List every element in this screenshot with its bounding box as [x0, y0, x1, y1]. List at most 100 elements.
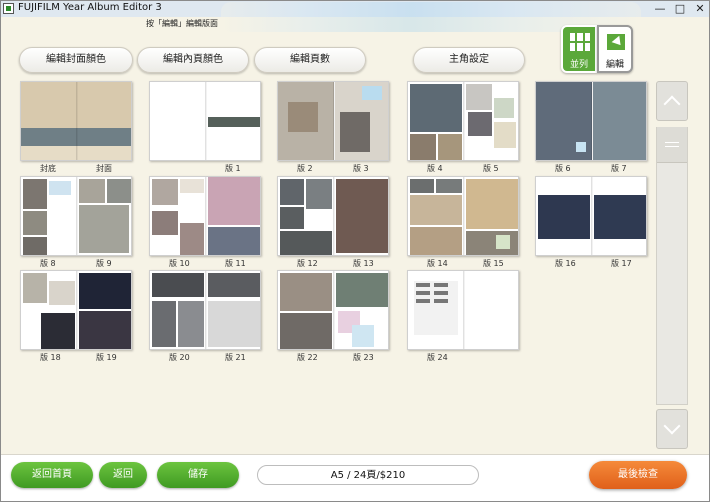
photo-placeholder	[208, 177, 260, 225]
spread-fold	[205, 82, 207, 160]
spread-thumbnail[interactable]	[20, 81, 132, 161]
photo-placeholder	[49, 281, 75, 305]
photo-placeholder	[180, 223, 204, 255]
page-label: 版 1	[225, 164, 241, 173]
page-label: 版 2	[297, 164, 313, 173]
chevron-up-icon	[663, 95, 681, 113]
edit-inner-color-button[interactable]: 編輯內頁顏色	[137, 47, 249, 73]
spread-fold	[463, 177, 465, 255]
page-label: 版 7	[611, 164, 627, 173]
grid-view-icon	[570, 33, 590, 51]
page-label: 版 23	[353, 353, 374, 362]
spread-thumbnail[interactable]	[20, 270, 132, 350]
photo-placeholder	[23, 273, 47, 303]
final-check-button[interactable]: 最後檢查	[589, 461, 687, 489]
window-title: FUJIFILM Year Album Editor 3	[18, 2, 162, 13]
page-label: 版 9	[96, 259, 112, 268]
spread-thumbnail[interactable]	[20, 176, 132, 256]
spread-thumbnail[interactable]	[149, 176, 261, 256]
photo-placeholder	[434, 283, 448, 287]
photo-placeholder	[208, 301, 260, 347]
spread-fold	[76, 82, 78, 160]
page-label: 版 21	[225, 353, 246, 362]
photo-placeholder	[494, 98, 514, 118]
page-label: 版 13	[353, 259, 374, 268]
maximize-button[interactable]: □	[671, 1, 689, 17]
character-settings-button[interactable]: 主角設定	[413, 47, 525, 73]
page-label: 版 24	[427, 353, 448, 362]
view-toggle: 並列 編輯	[561, 25, 633, 73]
spread-fold	[463, 271, 465, 349]
spread-thumbnail[interactable]	[407, 176, 519, 256]
spread-thumbnail[interactable]	[535, 81, 647, 161]
photo-placeholder	[79, 273, 131, 309]
chevron-down-icon	[663, 417, 681, 435]
page-label: 版 8	[40, 259, 56, 268]
photo-placeholder	[414, 281, 458, 335]
page-label: 版 15	[483, 259, 504, 268]
photo-placeholder	[152, 211, 178, 235]
photo-placeholder	[410, 134, 436, 160]
page-label: 版 4	[427, 164, 443, 173]
page-label: 版 12	[297, 259, 318, 268]
spread-thumbnail[interactable]	[535, 176, 647, 256]
photo-placeholder	[107, 179, 131, 203]
edit-page-count-button[interactable]: 編輯頁數	[254, 47, 366, 73]
page-label: 版 5	[483, 164, 499, 173]
edit-view-button[interactable]: 編輯	[597, 25, 633, 73]
scroll-up-button[interactable]	[656, 81, 688, 121]
grid-view-button[interactable]: 並列	[561, 25, 597, 73]
photo-placeholder	[79, 205, 129, 253]
photo-placeholder	[494, 122, 516, 148]
scroll-thumb[interactable]	[657, 127, 687, 163]
photo-placeholder	[466, 231, 518, 255]
edit-hint: 按「編輯」編輯版面	[146, 19, 218, 28]
page-label: 版 6	[555, 164, 571, 173]
photo-placeholder	[593, 82, 646, 160]
spread-thumbnail[interactable]	[407, 81, 519, 161]
close-button[interactable]: ✕	[691, 1, 709, 17]
app-window: FUJIFILM Year Album Editor 3 — □ ✕ 按「編輯」…	[0, 0, 710, 502]
save-button[interactable]: 儲存	[157, 462, 239, 488]
photo-placeholder	[79, 311, 131, 349]
spread-thumbnail[interactable]	[407, 270, 519, 350]
scroll-track[interactable]	[656, 127, 688, 405]
photo-placeholder	[79, 179, 105, 203]
spread-thumbnail[interactable]	[277, 176, 389, 256]
photo-placeholder	[410, 227, 462, 255]
spread-thumbnail[interactable]	[277, 81, 389, 161]
spread-thumbnail[interactable]	[149, 270, 261, 350]
photo-placeholder	[416, 299, 430, 303]
photo-placeholder	[152, 273, 204, 297]
spread-fold	[205, 177, 207, 255]
spread-thumbnail[interactable]	[149, 81, 261, 161]
edit-view-icon	[607, 34, 625, 50]
photo-placeholder	[280, 231, 332, 255]
back-to-home-button[interactable]: 返回首頁	[11, 462, 93, 488]
photo-placeholder	[178, 301, 204, 347]
page-label: 版 11	[225, 259, 246, 268]
photo-placeholder	[340, 112, 370, 152]
photo-placeholder	[208, 273, 260, 297]
photo-placeholder	[434, 291, 448, 295]
edit-cover-color-button[interactable]: 編輯封面顏色	[19, 47, 133, 73]
photo-placeholder	[434, 299, 448, 303]
app-icon	[3, 3, 14, 14]
photo-placeholder	[468, 112, 492, 136]
scroll-down-button[interactable]	[656, 409, 688, 449]
page-label: 版 20	[169, 353, 190, 362]
spread-fold	[591, 177, 593, 255]
spread-thumbnail[interactable]	[277, 270, 389, 350]
photo-placeholder	[416, 283, 430, 287]
photo-placeholder	[152, 179, 178, 205]
spread-fold	[463, 82, 465, 160]
page-label: 版 3	[353, 164, 369, 173]
spread-fold	[591, 82, 593, 160]
spread-fold	[76, 271, 78, 349]
photo-placeholder	[49, 181, 71, 195]
photo-placeholder	[496, 235, 510, 249]
photo-placeholder	[466, 179, 518, 229]
minimize-button[interactable]: —	[651, 1, 669, 17]
back-button[interactable]: 返回	[99, 462, 147, 488]
photo-placeholder	[180, 179, 204, 193]
